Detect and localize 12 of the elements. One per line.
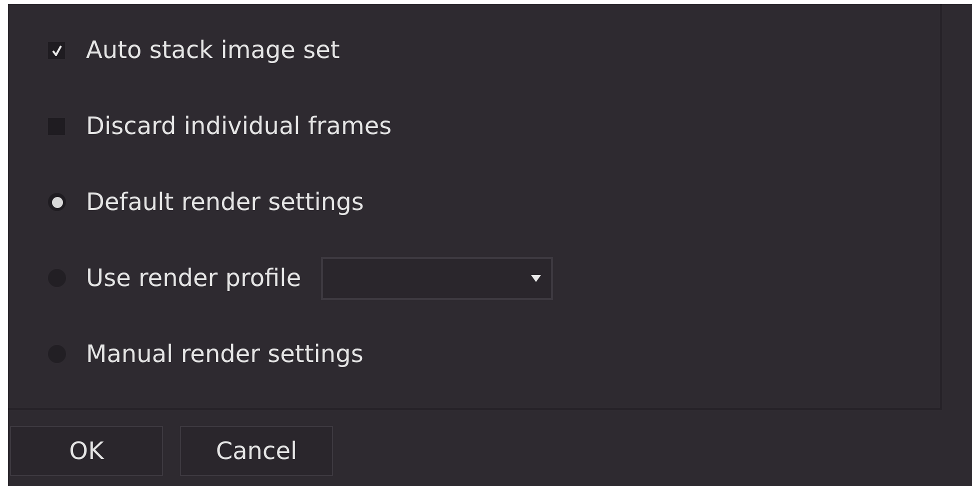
option-label: Auto stack image set <box>86 35 340 66</box>
option-label: Discard individual frames <box>86 111 392 142</box>
caret-icon <box>531 274 542 282</box>
profile-dropdown[interactable] <box>321 256 554 300</box>
option-label: Default render settings <box>86 187 364 218</box>
option-label: Use render profile <box>86 263 302 294</box>
dialog-button[interactable]: Cancel <box>180 426 333 476</box>
option-label: Manual render settings <box>86 339 364 370</box>
dialog-button[interactable]: OK <box>10 426 163 476</box>
radio-button[interactable] <box>48 193 66 211</box>
check-icon <box>52 44 62 56</box>
checkbox[interactable] <box>48 42 65 58</box>
